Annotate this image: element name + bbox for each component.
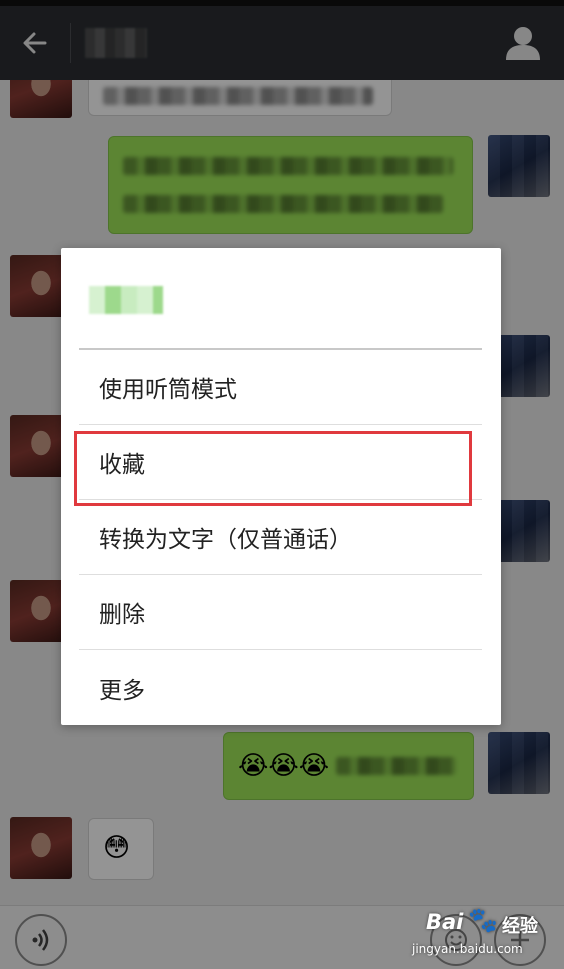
watermark-logo-text: Bai — [426, 910, 464, 934]
menu-header — [61, 248, 501, 350]
menu-item-convert-to-text[interactable]: 转换为文字（仅普通话） — [79, 500, 482, 575]
baidu-jingyan-watermark: Bai 🐾 经验 jingyan.baidu.com — [412, 906, 546, 964]
watermark-url: jingyan.baidu.com — [412, 942, 523, 956]
menu-item-earpiece-mode[interactable]: 使用听筒模式 — [79, 350, 482, 425]
menu-title — [89, 286, 163, 314]
watermark-suffix: 经验 — [502, 916, 538, 937]
menu-item-delete[interactable]: 删除 — [79, 575, 482, 650]
highlight-annotation-box — [74, 431, 472, 506]
paw-icon: 🐾 — [468, 906, 498, 934]
menu-item-more[interactable]: 更多 — [79, 650, 482, 725]
